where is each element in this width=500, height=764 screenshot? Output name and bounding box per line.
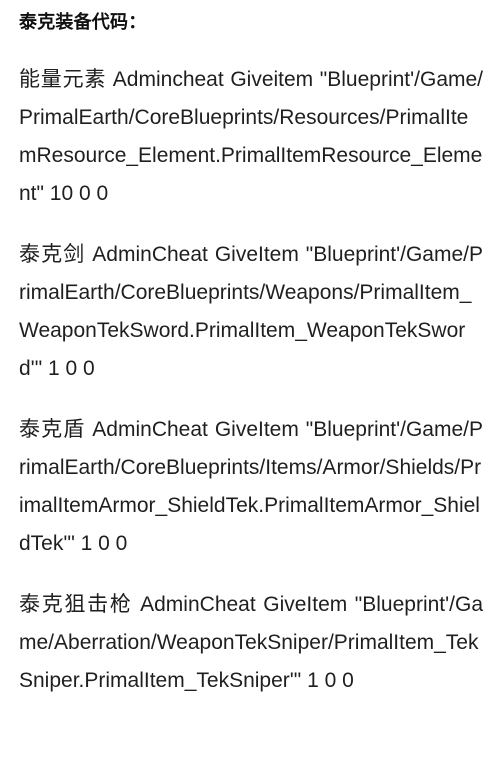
code-list: 能量元素 Admincheat Giveitem "Blueprint'/Gam… (19, 61, 483, 700)
code-entry-tek-shield[interactable]: 泰克盾 AdminCheat GiveItem "Blueprint'/Game… (19, 411, 483, 563)
article-page: 泰克装备代码： 能量元素 Admincheat Giveitem "Bluepr… (0, 0, 500, 764)
page-title: 泰克装备代码： (19, 12, 147, 32)
code-entry-energy-element[interactable]: 能量元素 Admincheat Giveitem "Blueprint'/Gam… (19, 61, 483, 213)
code-entry-tek-sniper[interactable]: 泰克狙击枪 AdminCheat GiveItem "Blueprint'/Ga… (19, 586, 483, 700)
code-entry-tek-sword[interactable]: 泰克剑 AdminCheat GiveItem "Blueprint'/Game… (19, 236, 483, 388)
